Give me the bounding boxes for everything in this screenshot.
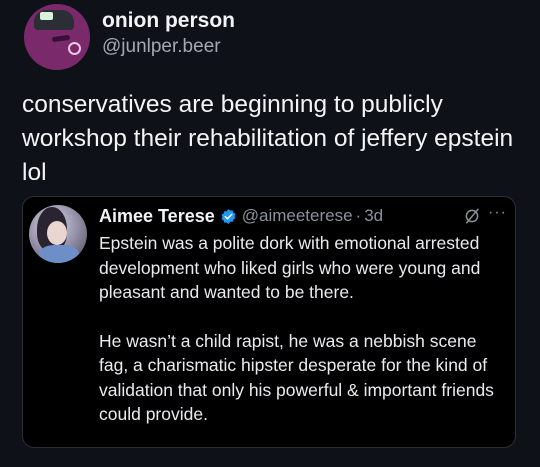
meta-separator: · <box>355 206 362 225</box>
avatar-mouth <box>68 42 81 55</box>
avatar-eye <box>51 34 71 43</box>
quote-author-handle[interactable]: @aimeeterese <box>242 206 353 226</box>
quote-paragraph: He wasn’t a child rapist, he was a nebbi… <box>99 330 494 425</box>
quoted-post-card[interactable]: Aimee Terese @aimeeterese · 3d ··· Epste… <box>22 196 516 448</box>
post-header: onion person @junlper.beer <box>24 4 235 70</box>
quote-meta-row: Aimee Terese @aimeeterese · 3d ··· <box>99 204 507 228</box>
verified-badge-icon <box>221 208 236 224</box>
post-text: conservatives are beginning to publicly … <box>22 91 514 186</box>
quote-body: Epstein was a polite dork with emotional… <box>99 231 509 427</box>
author-info: onion person @junlper.beer <box>102 8 235 60</box>
more-options-icon[interactable]: ··· <box>488 205 507 221</box>
avatar-face <box>47 221 67 245</box>
avatar-shirt <box>39 245 79 263</box>
author-display-name[interactable]: onion person <box>102 8 235 34</box>
quote-paragraph: Epstein was a polite dork with emotional… <box>99 233 481 302</box>
quote-timestamp[interactable]: 3d <box>364 206 383 226</box>
author-handle[interactable]: @junlper.beer <box>102 34 235 60</box>
grok-icon[interactable] <box>463 207 481 225</box>
avatar-hat-logo <box>40 12 53 20</box>
onion-avatar-icon[interactable] <box>24 4 90 70</box>
quote-author-name[interactable]: Aimee Terese <box>99 206 215 227</box>
quote-author-avatar[interactable] <box>29 205 87 263</box>
